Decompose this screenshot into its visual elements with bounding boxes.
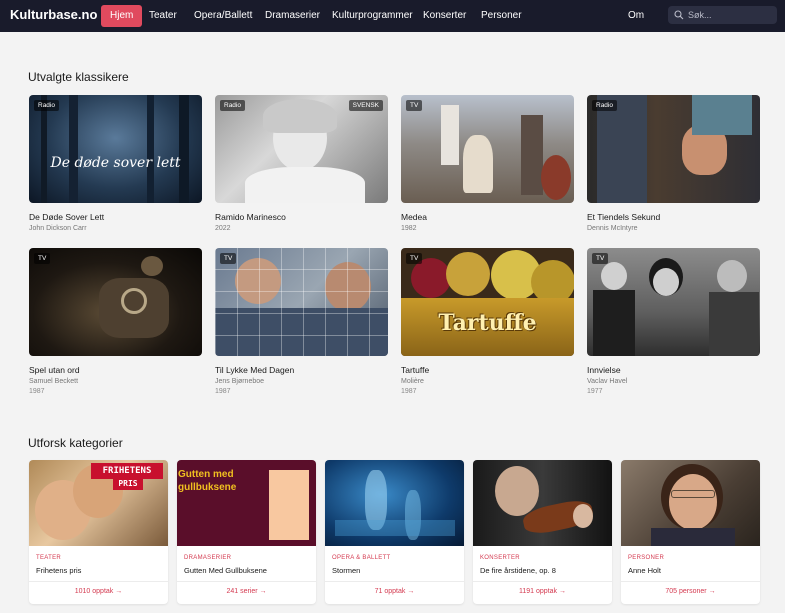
classic-card[interactable]: Tartuffe TV Tartuffe Molière 1987 [401, 248, 574, 395]
nav-item-teater[interactable]: Teater [149, 0, 177, 32]
thumbnail-title-overlay: FRIHETENS [91, 463, 163, 479]
category-count-link[interactable]: 705 personer → [621, 588, 760, 595]
category-card-konserter[interactable]: KONSERTER De fire årstidene, op. 8 1191 … [473, 460, 612, 604]
nav-item-om[interactable]: Om [628, 0, 644, 32]
media-badge: Radio [34, 100, 59, 111]
thumbnail-title-overlay: Tartuffe [438, 310, 537, 336]
thumbnail-title-overlay: De døde sover lett [50, 155, 181, 171]
classic-subtitle: 1982 [401, 225, 417, 232]
divider [29, 581, 168, 582]
classic-card[interactable]: De døde sover lett Radio De Døde Sover L… [29, 95, 202, 232]
divider [177, 581, 316, 582]
classic-year: 1977 [587, 388, 603, 395]
classic-card[interactable]: TV Til Lykke Med Dagen Jens Bjørneboe 19… [215, 248, 388, 395]
category-name: Frihetens pris [36, 566, 82, 575]
category-card-personer[interactable]: PERSONER Anne Holt 705 personer → [621, 460, 760, 604]
classic-thumbnail: Radio SVENSK [215, 95, 388, 203]
classic-card[interactable]: TV Medea 1982 [401, 95, 574, 232]
classic-title: Til Lykke Med Dagen [215, 365, 295, 375]
brand-logo[interactable]: Kulturbase.no [10, 7, 97, 22]
classic-thumbnail: Tartuffe TV [401, 248, 574, 356]
category-card-opera-ballett[interactable]: OPERA & BALLETT Stormen 71 opptak → [325, 460, 464, 604]
thumbnail-title-overlay: PRIS [113, 478, 143, 490]
divider [473, 581, 612, 582]
classic-subtitle: 2022 [215, 225, 231, 232]
section-title-categories: Utforsk kategorier [28, 436, 123, 450]
classic-thumbnail: TV [587, 248, 760, 356]
nav-item-konserter[interactable]: Konserter [423, 0, 466, 32]
classic-subtitle: John Dickson Carr [29, 225, 87, 232]
section-title-classics: Utvalgte klassikere [28, 70, 129, 84]
media-badge: Radio [592, 100, 617, 111]
category-thumbnail: FRIHETENS PRIS [29, 460, 168, 546]
thumbnail-title-overlay: gullbuksene [178, 482, 237, 493]
nav-item-opera-ballett[interactable]: Opera/Ballett [194, 0, 252, 32]
category-card-teater[interactable]: FRIHETENS PRIS TEATER Frihetens pris 101… [29, 460, 168, 604]
search-input[interactable]: Søk... [668, 6, 777, 24]
classic-card[interactable]: TV Spel utan ord Samuel Beckett 1987 [29, 248, 202, 395]
media-badge: Radio [220, 100, 245, 111]
category-count-link[interactable]: 1010 opptak → [29, 588, 168, 595]
nav-item-kulturprogrammer[interactable]: Kulturprogrammer [332, 0, 413, 32]
nav-item-dramaserier[interactable]: Dramaserier [265, 0, 320, 32]
category-card-dramaserier[interactable]: Gutten med gullbuksene DRAMASERIER Gutte… [177, 460, 316, 604]
classic-card[interactable]: TV Innvielse Vaclav Havel 1977 [587, 248, 760, 395]
language-badge: SVENSK [348, 100, 383, 111]
divider [325, 581, 464, 582]
category-count-link[interactable]: 241 serier → [177, 588, 316, 595]
nav-item-hjem[interactable]: Hjem [101, 5, 143, 27]
classic-title: Medea [401, 212, 427, 222]
category-kind: DRAMASERIER [184, 555, 232, 561]
category-thumbnail: Gutten med gullbuksene [177, 460, 316, 546]
classic-card[interactable]: Radio SVENSK Ramido Marinesco 2022 [215, 95, 388, 232]
classic-thumbnail: TV [215, 248, 388, 356]
classic-subtitle: Samuel Beckett [29, 378, 79, 385]
category-kind: OPERA & BALLETT [332, 555, 391, 561]
classic-subtitle: Vaclav Havel [587, 378, 628, 385]
classic-thumbnail: Radio [587, 95, 760, 203]
classic-title: Et Tiendels Sekund [587, 212, 661, 222]
classic-thumbnail: TV [401, 95, 574, 203]
search-icon [674, 10, 684, 20]
classic-title: Innvielse [587, 365, 621, 375]
media-badge: TV [406, 100, 423, 111]
category-count-link[interactable]: 71 opptak → [325, 588, 464, 595]
classic-subtitle: Molière [401, 378, 424, 385]
category-name: De fire årstidene, op. 8 [480, 566, 556, 575]
media-badge: TV [592, 253, 609, 264]
category-name: Anne Holt [628, 566, 661, 575]
classic-title: De Døde Sover Lett [29, 212, 105, 222]
top-navbar: Kulturbase.no Hjem Teater Opera/Ballett … [0, 0, 785, 32]
classic-subtitle: Dennis McIntyre [587, 225, 638, 232]
classic-year: 1987 [29, 388, 45, 395]
category-thumbnail [473, 460, 612, 546]
thumbnail-title-overlay: Gutten med [178, 469, 234, 480]
category-thumbnail [325, 460, 464, 546]
classic-card[interactable]: Radio Et Tiendels Sekund Dennis McIntyre [587, 95, 760, 232]
classic-thumbnail: De døde sover lett Radio [29, 95, 202, 203]
category-name: Stormen [332, 566, 361, 575]
category-name: Gutten Med Gullbuksene [184, 566, 267, 575]
classic-year: 1987 [401, 388, 417, 395]
classic-title: Spel utan ord [29, 365, 80, 375]
category-kind: TEATER [36, 555, 62, 561]
media-badge: TV [220, 253, 237, 264]
classic-title: Ramido Marinesco [215, 212, 286, 222]
category-kind: KONSERTER [480, 555, 520, 561]
media-badge: TV [34, 253, 51, 264]
media-badge: TV [406, 253, 423, 264]
classic-subtitle: Jens Bjørneboe [215, 378, 265, 385]
category-thumbnail [621, 460, 760, 546]
classic-title: Tartuffe [401, 365, 430, 375]
divider [621, 581, 760, 582]
category-count-link[interactable]: 1191 opptak → [473, 588, 612, 595]
classic-thumbnail: TV [29, 248, 202, 356]
category-kind: PERSONER [628, 555, 665, 561]
classic-year: 1987 [215, 388, 231, 395]
search-placeholder: Søk... [688, 10, 712, 20]
nav-item-personer[interactable]: Personer [481, 0, 522, 32]
